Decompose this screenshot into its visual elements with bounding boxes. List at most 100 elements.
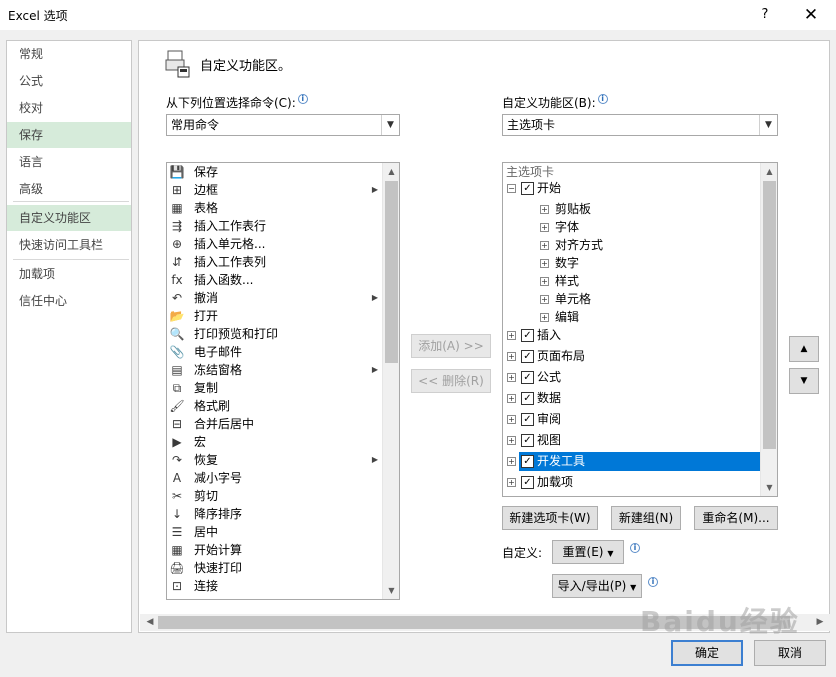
tree-node[interactable]: + ✓ 页面布局 — [503, 347, 761, 366]
command-item[interactable]: ⊕ 插入单元格... — [167, 235, 382, 253]
command-item[interactable]: ⊞ 边框 ▶ — [167, 181, 382, 199]
nav-item[interactable]: 自定义功能区 — [7, 205, 131, 231]
command-item[interactable]: A 减小字号 — [167, 469, 382, 487]
nav-item[interactable]: 信任中心 — [7, 288, 131, 314]
expand-icon[interactable]: + — [507, 478, 516, 487]
ok-button[interactable]: 确定 — [671, 640, 743, 666]
tree-node[interactable]: + ✓ 开发工具 — [503, 452, 761, 471]
scroll-down-icon[interactable]: ▼ — [383, 582, 399, 599]
reset-button[interactable]: 重置(E) ▼ — [552, 540, 624, 564]
command-item[interactable]: ⊟ 合并后居中 — [167, 415, 382, 433]
commands-source-select[interactable]: 常用命令 ▼ — [166, 114, 400, 136]
expand-icon[interactable]: + — [507, 415, 516, 424]
commands-list[interactable]: ⊡ 连接 🖨 快速打印 ▦ 开始计算 ☰ 居中 ↓ 降序排序 ✂ 剪切 A 减小字号 ↷ 恢复 ▶ ▶ 宏 ⊟ 合并后居… — [166, 162, 400, 600]
checkbox[interactable]: ✓ — [521, 329, 534, 342]
tree-node[interactable]: + ✓ 公式 — [503, 368, 761, 387]
nav-item[interactable]: 加载项 — [7, 261, 131, 287]
expand-icon[interactable]: + — [540, 313, 549, 322]
command-item[interactable]: 📎 电子邮件 — [167, 343, 382, 361]
import-export-button[interactable]: 导入/导出(P) ▼ — [552, 574, 642, 598]
command-item[interactable]: 🖌 格式刷 — [167, 397, 382, 415]
tree-node[interactable]: + ✓ 审阅 — [503, 410, 761, 429]
scroll-right-icon[interactable]: ▶ — [812, 614, 828, 631]
checkbox[interactable]: ✓ — [521, 476, 534, 489]
command-item[interactable]: 📂 打开 — [167, 307, 382, 325]
tree-node[interactable]: + 样式 — [503, 272, 761, 291]
checkbox[interactable]: ✓ — [521, 350, 534, 363]
rename-button[interactable]: 重命名(M)... — [694, 506, 778, 530]
remove-button[interactable]: << 删除(R) — [411, 369, 491, 393]
tree-node[interactable]: + 单元格 — [503, 290, 761, 309]
nav-item[interactable]: 语言 — [7, 149, 131, 175]
command-item[interactable]: ✂ 剪切 — [167, 487, 382, 505]
tree-node[interactable]: + 字体 — [503, 218, 761, 237]
nav-item[interactable]: 保存 — [7, 122, 131, 148]
move-down-button[interactable]: ▼ — [789, 368, 819, 394]
scroll-thumb[interactable] — [385, 181, 398, 363]
expand-icon[interactable]: + — [540, 295, 549, 304]
command-item[interactable]: ↓ 降序排序 — [167, 505, 382, 523]
scroll-thumb[interactable] — [763, 181, 776, 449]
command-item[interactable]: ↷ 恢复 ▶ — [167, 451, 382, 469]
checkbox[interactable]: ✓ — [521, 392, 534, 405]
commands-scrollbar[interactable]: ▲ ▼ — [382, 163, 399, 599]
command-item[interactable]: 🔍 打印预览和打印 — [167, 325, 382, 343]
tree-node[interactable]: + 编辑 — [503, 308, 761, 327]
ribbon-tree[interactable]: 主选项卡 − ✓ 开始 + 剪贴板 + 字体 + 对齐方式 + 数字 + 样式 + 单元格 + 编辑 + ✓ 插入 + ✓… — [502, 162, 778, 497]
expand-icon[interactable]: + — [540, 277, 549, 286]
command-item[interactable]: ⧉ 复制 — [167, 379, 382, 397]
cancel-button[interactable]: 取消 — [754, 640, 826, 666]
expand-icon[interactable]: + — [507, 352, 516, 361]
expand-icon[interactable]: + — [540, 223, 549, 232]
checkbox[interactable]: ✓ — [521, 182, 534, 195]
help-button[interactable]: ? — [752, 4, 778, 26]
nav-item[interactable]: 公式 — [7, 68, 131, 94]
close-button[interactable]: ✕ — [796, 4, 826, 26]
add-button[interactable]: 添加(A) >> — [411, 334, 491, 358]
command-item[interactable]: ▶ 宏 — [167, 433, 382, 451]
checkbox[interactable]: ✓ — [521, 371, 534, 384]
scroll-up-icon[interactable]: ▲ — [761, 163, 777, 180]
checkbox[interactable]: ✓ — [521, 413, 534, 426]
command-item[interactable]: ⇵ 插入工作表列 — [167, 253, 382, 271]
tree-node[interactable]: + 对齐方式 — [503, 236, 761, 255]
scroll-left-icon[interactable]: ◀ — [142, 614, 158, 631]
ribbon-source-select[interactable]: 主选项卡 ▼ — [502, 114, 778, 136]
expand-icon[interactable]: + — [507, 457, 516, 466]
checkbox[interactable]: ✓ — [521, 434, 534, 447]
nav-item[interactable]: 高级 — [7, 176, 131, 202]
expand-icon[interactable]: + — [507, 394, 516, 403]
expand-icon[interactable]: + — [507, 373, 516, 382]
command-item[interactable]: ⇶ 插入工作表行 — [167, 217, 382, 235]
checkbox[interactable]: ✓ — [521, 455, 534, 468]
tree-node[interactable]: + 剪贴板 — [503, 200, 761, 219]
chevron-down-icon[interactable]: ▼ — [759, 115, 777, 135]
nav-item[interactable]: 校对 — [7, 95, 131, 121]
command-item[interactable]: ▤ 冻结窗格 ▶ — [167, 361, 382, 379]
tree-node[interactable]: + ✓ 加载项 — [503, 473, 761, 492]
nav-item[interactable]: 快速访问工具栏 — [7, 232, 131, 258]
scroll-down-icon[interactable]: ▼ — [761, 479, 777, 496]
collapse-icon[interactable]: − — [507, 184, 516, 193]
move-up-button[interactable]: ▲ — [789, 336, 819, 362]
expand-icon[interactable]: + — [507, 331, 516, 340]
tree-scrollbar[interactable]: ▲ ▼ — [760, 163, 777, 496]
command-item[interactable]: fx 插入函数... — [167, 271, 382, 289]
new-group-button[interactable]: 新建组(N) — [611, 506, 681, 530]
command-item[interactable]: 💾 保存 — [167, 163, 382, 181]
command-item[interactable]: ▦ 开始计算 — [167, 541, 382, 559]
nav-item[interactable]: 常规 — [7, 41, 131, 67]
command-item[interactable]: ▦ 表格 — [167, 199, 382, 217]
command-item[interactable]: ↶ 撤消 ▶ — [167, 289, 382, 307]
expand-icon[interactable]: + — [540, 259, 549, 268]
expand-icon[interactable]: + — [540, 205, 549, 214]
tree-node[interactable]: + ✓ 视图 — [503, 431, 761, 450]
scroll-up-icon[interactable]: ▲ — [383, 163, 399, 180]
expand-icon[interactable]: + — [540, 241, 549, 250]
command-item[interactable]: ⊡ 连接 — [167, 577, 382, 595]
command-item[interactable]: ☰ 居中 — [167, 523, 382, 541]
tree-node[interactable]: + 数字 — [503, 254, 761, 273]
expand-icon[interactable]: + — [507, 436, 516, 445]
command-item[interactable]: 🖨 快速打印 — [167, 559, 382, 577]
chevron-down-icon[interactable]: ▼ — [381, 115, 399, 135]
